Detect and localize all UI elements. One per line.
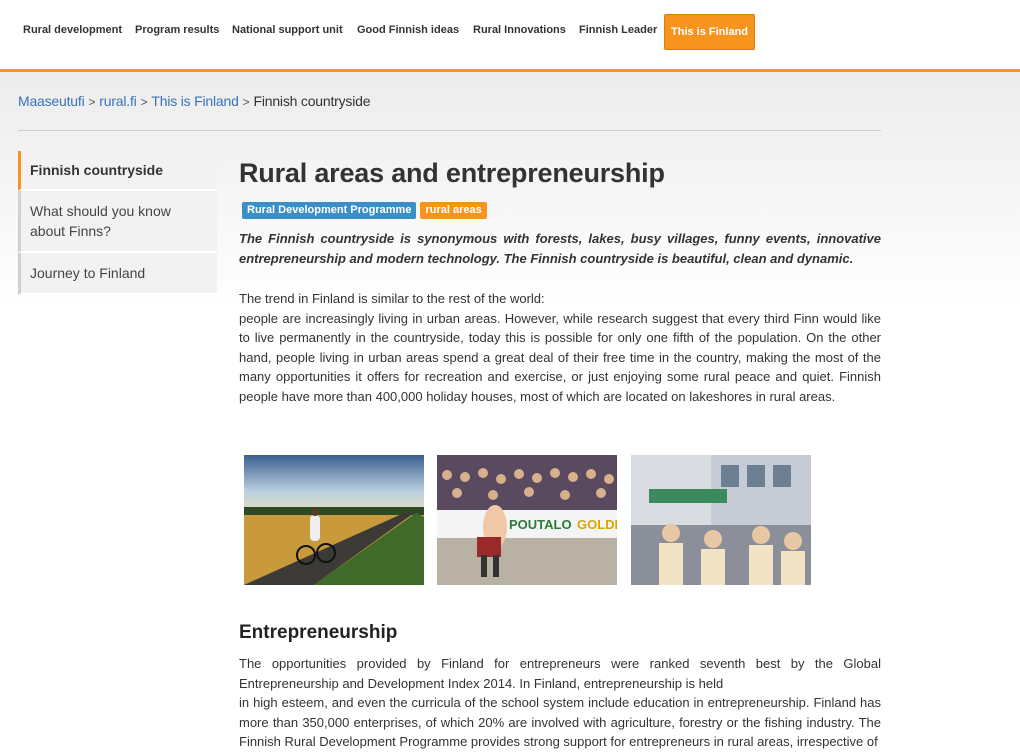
breadcrumb: Maaseutufi > rural.fi > This is Finland > Finn… bbox=[18, 93, 371, 109]
nav-good-finnish-ideas[interactable]: Good Finnish ideas bbox=[357, 24, 459, 36]
tag-rural-development-programme[interactable]: Rural Development Programme bbox=[242, 202, 417, 219]
banner-text-poutalo: POUTALO bbox=[509, 517, 572, 532]
breadcrumb-link-this-is-finland[interactable]: This is Finland bbox=[151, 93, 238, 109]
entrepreneurship-body: in high esteem, and even the curricula o… bbox=[239, 695, 881, 749]
photo-wife-carrying[interactable]: POUTALO GOLDEN bbox=[437, 455, 617, 585]
cafe-image bbox=[631, 455, 811, 585]
breadcrumb-separator: > bbox=[140, 95, 148, 109]
photo-cyclist[interactable] bbox=[244, 455, 424, 585]
nav-finnish-leader[interactable]: Finnish Leader bbox=[579, 24, 657, 36]
breadcrumb-separator: > bbox=[242, 95, 250, 109]
tag-list: Rural Development Programme rural areas bbox=[239, 200, 881, 219]
breadcrumb-divider bbox=[18, 130, 881, 131]
article-main: Rural areas and entrepreneurship Rural D… bbox=[239, 156, 881, 406]
breadcrumb-link-maaseutufi[interactable]: Maaseutufi bbox=[18, 93, 85, 109]
nav-this-is-finland[interactable]: This is Finland bbox=[664, 14, 756, 50]
page-title: Rural areas and entrepreneurship bbox=[239, 158, 665, 188]
side-navigation: Finnish countryside What should you know… bbox=[18, 151, 217, 295]
intro-body: people are increasingly living in urban … bbox=[239, 310, 881, 404]
section-heading-entrepreneurship: Entrepreneurship bbox=[239, 622, 398, 643]
intro-first-line: The trend in Finland is similar to the r… bbox=[239, 291, 545, 306]
tag-rural-areas[interactable]: rural areas bbox=[420, 202, 487, 219]
nav-national-support-unit[interactable]: National support unit bbox=[232, 24, 343, 36]
nav-rural-innovations[interactable]: Rural Innovations bbox=[473, 24, 566, 36]
breadcrumb-separator: > bbox=[88, 95, 96, 109]
nav-rural-development[interactable]: Rural development bbox=[23, 24, 122, 36]
entrepreneurship-paragraph: The opportunities provided by Finland fo… bbox=[239, 654, 881, 752]
breadcrumb-current: Finnish countryside bbox=[253, 93, 371, 109]
lead-paragraph: The Finnish countryside is synonymous wi… bbox=[239, 231, 881, 266]
top-navigation: Rural development Program results Nation… bbox=[0, 0, 1020, 72]
sidebar-item-journey-to-finland[interactable]: Journey to Finland bbox=[18, 253, 217, 295]
intro-paragraph: The trend in Finland is similar to the r… bbox=[239, 289, 881, 406]
sidebar-item-what-to-know-about-finns[interactable]: What should you know about Finns? bbox=[18, 191, 217, 253]
banner-text-golden: GOLDEN bbox=[577, 517, 617, 532]
entrepreneurship-first-line: The opportunities provided by Finland fo… bbox=[239, 656, 881, 691]
breadcrumb-link-rural-fi[interactable]: rural.fi bbox=[99, 93, 136, 109]
photo-cafe-people[interactable] bbox=[631, 455, 811, 585]
event-image: POUTALO GOLDEN bbox=[437, 455, 617, 585]
nav-program-results[interactable]: Program results bbox=[135, 24, 219, 36]
sidebar-item-finnish-countryside[interactable]: Finnish countryside bbox=[18, 151, 217, 191]
cyclist-image bbox=[244, 455, 424, 585]
